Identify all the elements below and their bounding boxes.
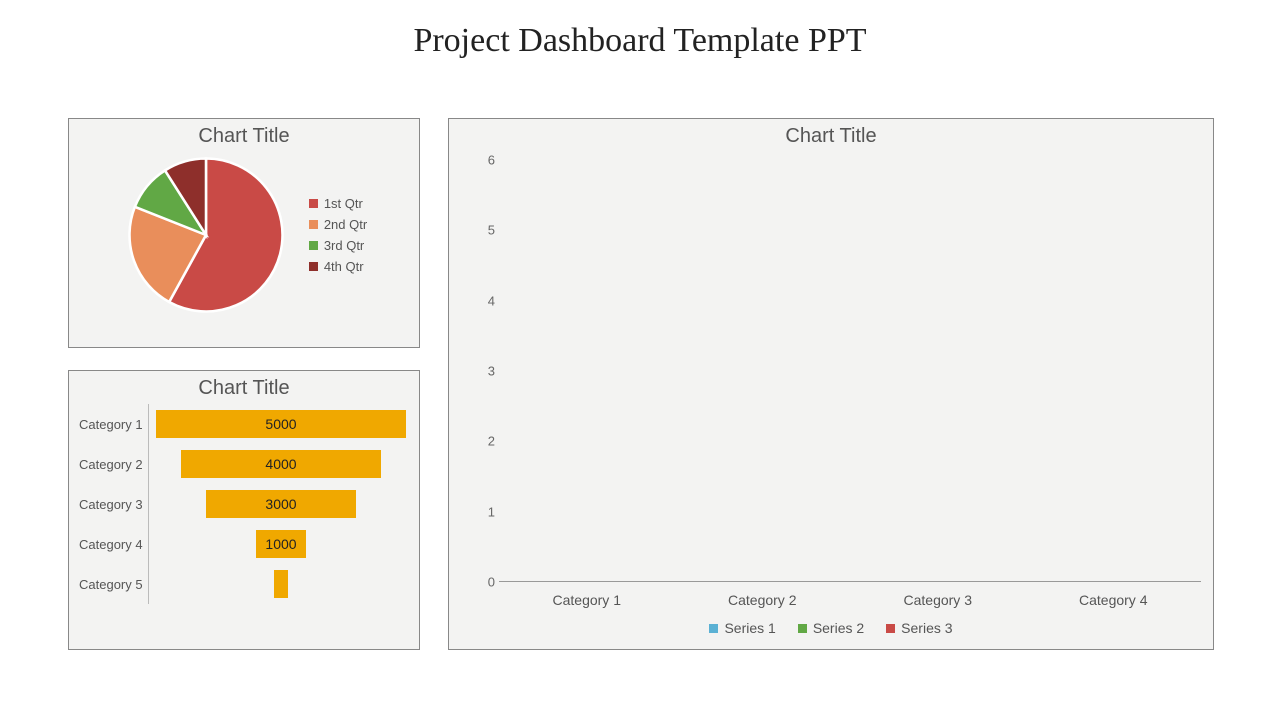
dashboard: Chart Title 1st Qtr 2nd Qtr 3rd Qtr 4th Qtr… — [0, 70, 1280, 710]
funnel-bar: 3000 — [206, 490, 356, 518]
y-tick-label: 6 — [473, 153, 495, 168]
x-category-label: Category 4 — [1026, 592, 1202, 608]
funnel-category-label: Category 1 — [75, 404, 149, 444]
pie-legend-item: 3rd Qtr — [309, 238, 367, 253]
funnel-bar: 4000 — [181, 450, 381, 478]
legend-swatch — [309, 220, 318, 229]
funnel-bar: 5000 — [156, 410, 406, 438]
pie-chart-panel: Chart Title 1st Qtr 2nd Qtr 3rd Qtr 4th Qtr — [68, 118, 420, 348]
bar-legend-item: Series 1 — [709, 620, 775, 636]
bar-legend-item: Series 3 — [886, 620, 952, 636]
funnel-chart: Category 1 5000 Category 2 4000 Category 3 30… — [69, 402, 419, 612]
pie-chart — [121, 150, 291, 320]
y-tick-label: 5 — [473, 223, 495, 238]
pie-chart-title: Chart Title — [69, 119, 419, 150]
funnel-bar: 1000 — [256, 530, 306, 558]
pie-legend-item: 1st Qtr — [309, 196, 367, 211]
pie-legend-item: 2nd Qtr — [309, 217, 367, 232]
legend-label: 4th Qtr — [324, 259, 364, 274]
x-category-label: Category 1 — [499, 592, 675, 608]
legend-swatch — [309, 199, 318, 208]
pie-legend: 1st Qtr 2nd Qtr 3rd Qtr 4th Qtr — [309, 190, 367, 280]
legend-swatch — [798, 624, 807, 633]
funnel-row: Category 2 4000 — [75, 444, 413, 484]
y-tick-label: 0 — [473, 575, 495, 590]
legend-label: 1st Qtr — [324, 196, 363, 211]
x-category-label: Category 3 — [850, 592, 1026, 608]
bar-legend: Series 1 Series 2 Series 3 — [449, 620, 1213, 636]
funnel-category-label: Category 3 — [75, 484, 149, 524]
legend-swatch — [886, 624, 895, 633]
y-tick-label: 4 — [473, 293, 495, 308]
y-tick-label: 3 — [473, 364, 495, 379]
funnel-row: Category 3 3000 — [75, 484, 413, 524]
bar-chart-title: Chart Title — [449, 119, 1213, 150]
legend-swatch — [709, 624, 718, 633]
legend-label: 3rd Qtr — [324, 238, 364, 253]
bar-legend-item: Series 2 — [798, 620, 864, 636]
funnel-value: 1000 — [265, 536, 296, 552]
funnel-chart-panel: Chart Title Category 1 5000 Category 2 4000… — [68, 370, 420, 650]
legend-label: Series 3 — [901, 620, 952, 636]
legend-label: Series 1 — [724, 620, 775, 636]
funnel-category-label: Category 4 — [75, 524, 149, 564]
funnel-value: 3000 — [265, 496, 296, 512]
funnel-value: 5000 — [265, 416, 296, 432]
bar-chart-panel: Chart Title 0123456Category 1Category 2C… — [448, 118, 1214, 650]
bar-chart: 0123456Category 1Category 2Category 3Cat… — [499, 160, 1201, 582]
funnel-category-label: Category 5 — [75, 564, 149, 604]
y-tick-label: 2 — [473, 434, 495, 449]
x-category-label: Category 2 — [675, 592, 851, 608]
funnel-category-label: Category 2 — [75, 444, 149, 484]
legend-swatch — [309, 262, 318, 271]
funnel-value: 4000 — [265, 456, 296, 472]
legend-label: 2nd Qtr — [324, 217, 367, 232]
funnel-row: Category 5 — [75, 564, 413, 604]
funnel-bar — [274, 570, 288, 598]
funnel-chart-title: Chart Title — [69, 371, 419, 402]
funnel-row: Category 1 5000 — [75, 404, 413, 444]
page-title: Project Dashboard Template PPT — [0, 0, 1280, 70]
legend-label: Series 2 — [813, 620, 864, 636]
pie-legend-item: 4th Qtr — [309, 259, 367, 274]
legend-swatch — [309, 241, 318, 250]
y-tick-label: 1 — [473, 504, 495, 519]
funnel-row: Category 4 1000 — [75, 524, 413, 564]
